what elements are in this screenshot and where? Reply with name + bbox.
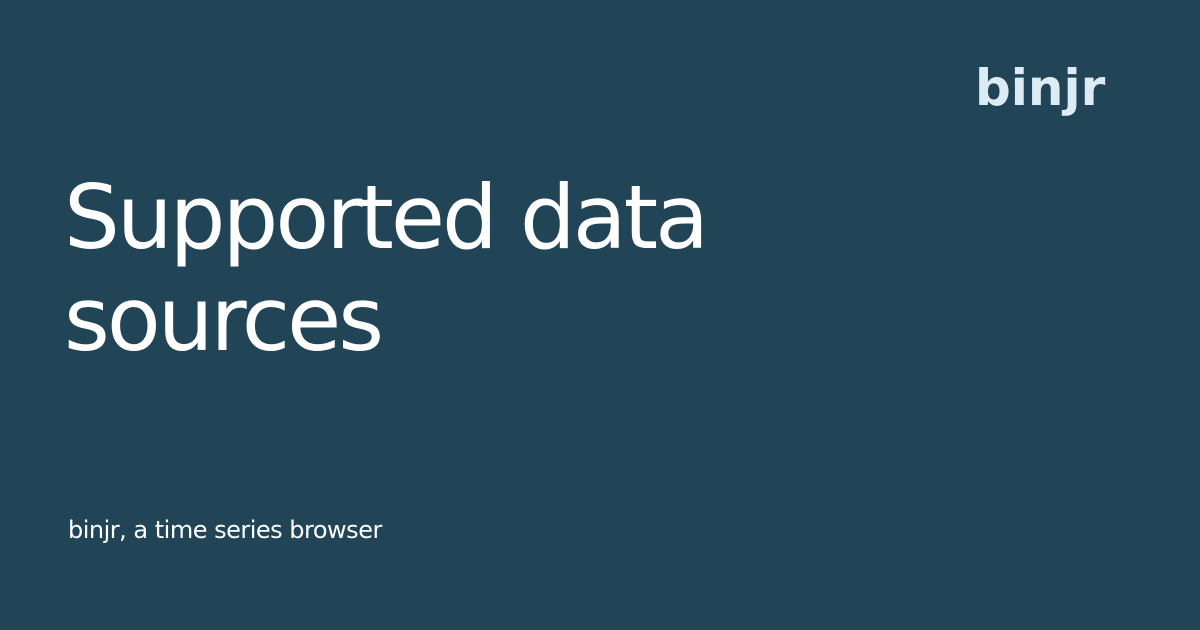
social-card: binjr Supported data sources binjr, a ti… — [0, 0, 1200, 630]
site-tagline: binjr, a time series browser — [68, 516, 382, 544]
binjr-logo: binjr — [975, 59, 1106, 117]
page-title: Supported data sources — [64, 166, 709, 371]
